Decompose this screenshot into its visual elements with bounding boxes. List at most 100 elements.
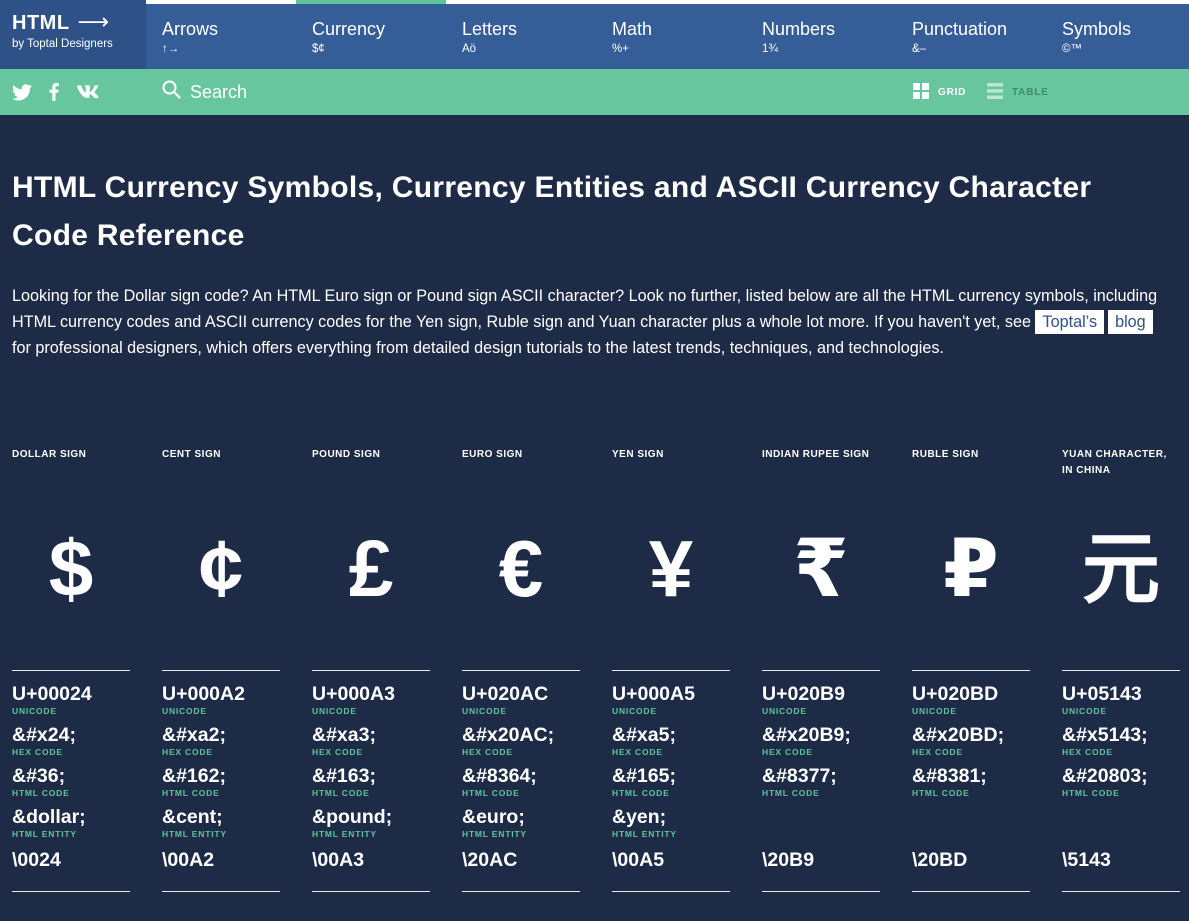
hex-code-value: &#x20B9; (762, 724, 851, 746)
html-code-value: &#8381; (912, 765, 987, 787)
hex-code-label: HEX CODE (1062, 747, 1113, 757)
symbol-glyph: 元 (1081, 525, 1160, 613)
nav-item-arrows[interactable]: Arrows ↑→ (146, 0, 296, 69)
html-entity-label: HTML ENTITY (312, 829, 377, 839)
unicode-label: UNICODE (462, 706, 507, 716)
symbol-card[interactable]: POUND SIGN £ U+000A3 UNICODE &#xa3; HEX CODE &… (312, 447, 430, 892)
divider (12, 891, 130, 892)
symbol-name: INDIAN RUPEE SIGN (762, 449, 870, 460)
symbol-glyph: ¢ (198, 524, 244, 613)
page-title: HTML Currency Symbols, Currency Entities… (12, 171, 1092, 252)
divider (462, 670, 580, 671)
symbol-glyph: ₽ (943, 524, 999, 613)
search-button[interactable]: Search (162, 80, 247, 104)
html-code-label: HTML CODE (12, 788, 70, 798)
css-code-value: \20B9 (762, 849, 815, 871)
unicode-value: U+000A3 (312, 683, 395, 705)
brand-logo[interactable]: HTML ⟶ by Toptal Designers (0, 0, 146, 69)
nav-sample: &– (912, 43, 927, 55)
hex-code-value: &#xa2; (162, 724, 226, 746)
symbol-codes: U+020AC UNICODE &#x20AC; HEX CODE &#8364; HTM… (462, 682, 602, 846)
nav-sample: %+ (612, 43, 629, 55)
hex-code-label: HEX CODE (762, 747, 813, 757)
nav-item-numbers[interactable]: Numbers 1¾ (746, 0, 896, 69)
html-code-label: HTML CODE (462, 788, 520, 798)
nav-item-symbols[interactable]: Symbols ©™ (1046, 0, 1189, 69)
symbol-card[interactable]: DOLLAR SIGN $ U+00024 UNICODE &#x24; HEX CODE… (12, 447, 130, 892)
divider (162, 670, 280, 671)
divider (1062, 891, 1180, 892)
divider (912, 670, 1030, 671)
hex-code-label: HEX CODE (162, 747, 213, 757)
html-code-value: &#8364; (462, 765, 537, 787)
hex-code-label: HEX CODE (462, 747, 513, 757)
html-entity-label: HTML ENTITY (462, 829, 527, 839)
symbol-name: EURO SIGN (462, 449, 523, 460)
symbol-card[interactable]: YUAN CHARACTER, IN CHINA 元 U+05143 UNICODE &… (1062, 447, 1180, 892)
nav-item-currency[interactable]: Currency $¢ (296, 0, 446, 69)
symbol-card[interactable]: YEN SIGN ¥ U+000A5 UNICODE &#xa5; HEX CODE &#1… (612, 447, 730, 892)
table-view-toggle[interactable]: TABLE (987, 83, 1049, 102)
css-code-value: \5143 (1062, 849, 1111, 871)
html-code-value: &#36; (12, 765, 66, 787)
divider (462, 891, 580, 892)
hex-code-label: HEX CODE (12, 747, 63, 757)
search-label: Search (190, 81, 248, 102)
unicode-label: UNICODE (162, 706, 207, 716)
nav-label: Arrows (162, 19, 219, 39)
intro-text: Looking for the Dollar sign code? An HTM… (12, 287, 1158, 331)
symbol-name: DOLLAR SIGN (12, 449, 87, 460)
hex-code-value: &#x20AC; (462, 724, 555, 746)
symbol-name: RUBLE SIGN (912, 449, 979, 460)
symbol-card[interactable]: RUBLE SIGN ₽ U+020BD UNICODE &#x20BD; HEX COD… (912, 447, 1030, 892)
nav-item-punctuation[interactable]: Punctuation &– (896, 0, 1046, 69)
grid-view-toggle[interactable]: GRID (913, 83, 966, 102)
unicode-value: U+020B9 (762, 683, 845, 705)
blog-link[interactable]: blog (1108, 310, 1153, 334)
hex-code-value: &#x5143; (1062, 724, 1148, 746)
symbol-codes: U+020B9 UNICODE &#x20B9; HEX CODE &#8377; HTM… (762, 682, 902, 805)
unicode-value: U+000A5 (612, 683, 695, 705)
toptal-link[interactable]: Toptal’s (1035, 310, 1105, 334)
hex-code-label: HEX CODE (912, 747, 963, 757)
toolbar: Search GRID TABLE (0, 69, 1189, 115)
vk-icon[interactable] (77, 82, 99, 102)
html-entity-value: &yen; (612, 806, 667, 828)
html-code-label: HTML CODE (912, 788, 970, 798)
unicode-label: UNICODE (762, 706, 807, 716)
symbol-card[interactable]: INDIAN RUPEE SIGN ₹ U+020B9 UNICODE &#x20B9;… (762, 447, 880, 892)
symbol-name: CENT SIGN (162, 449, 221, 460)
html-entity-value: &euro; (462, 806, 525, 828)
hex-code-value: &#xa3; (312, 724, 376, 746)
nav-label: Math (612, 19, 653, 39)
nav-item-math[interactable]: Math %+ (596, 0, 746, 69)
nav-label: Currency (312, 19, 386, 39)
table-label: TABLE (1012, 87, 1049, 98)
html-entity-label: HTML ENTITY (12, 829, 77, 839)
css-code-value: \0024 (12, 849, 61, 871)
unicode-label: UNICODE (12, 706, 57, 716)
divider (312, 891, 430, 892)
unicode-label: UNICODE (312, 706, 357, 716)
html-entity-value: &cent; (162, 806, 223, 828)
css-code-value: \00A5 (612, 849, 665, 871)
html-code-label: HTML CODE (762, 788, 820, 798)
unicode-label: UNICODE (612, 706, 657, 716)
symbol-name: YEN SIGN (612, 449, 664, 460)
brand-subtitle: by Toptal Designers (12, 38, 113, 50)
symbol-glyph: ¥ (648, 524, 694, 613)
html-code-value: &#20803; (1062, 765, 1148, 787)
intro-tail: for professional designers, which offers… (12, 339, 944, 357)
hex-code-label: HEX CODE (312, 747, 363, 757)
symbol-card[interactable]: EURO SIGN € U+020AC UNICODE &#x20AC; HEX CODE… (462, 447, 580, 892)
facebook-icon[interactable] (43, 82, 65, 102)
divider (762, 891, 880, 892)
nav-item-letters[interactable]: Letters Aö (446, 0, 596, 69)
unicode-value: U+020AC (462, 683, 549, 705)
symbol-codes: U+000A2 UNICODE &#xa2; HEX CODE &#162; HTML C… (162, 682, 302, 846)
symbol-card[interactable]: CENT SIGN ¢ U+000A2 UNICODE &#xa2; HEX CODE &#… (162, 447, 280, 892)
twitter-icon[interactable] (11, 82, 33, 102)
symbol-codes: U+020BD UNICODE &#x20BD; HEX CODE &#8381; HTM… (912, 682, 1052, 805)
nav-label: Symbols (1062, 19, 1132, 39)
nav-sample: ↑→ (162, 43, 180, 55)
